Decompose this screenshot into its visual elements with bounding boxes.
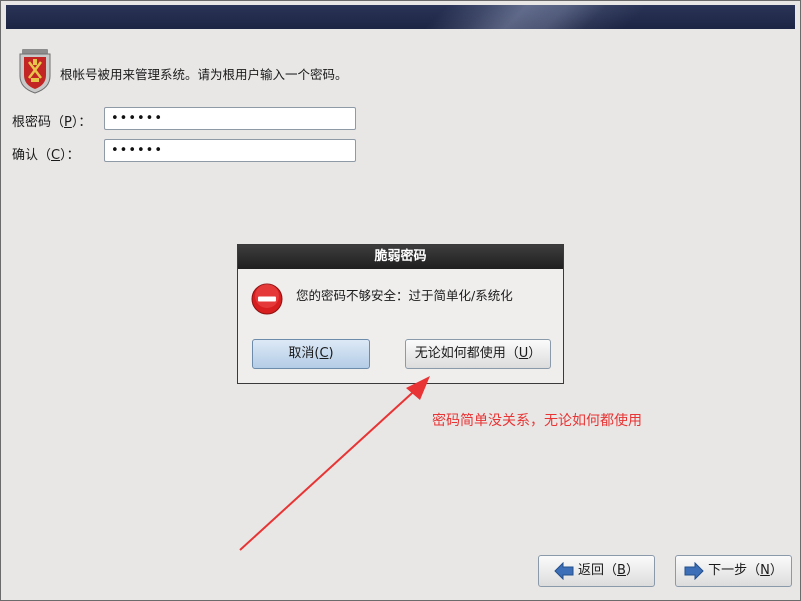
root-password-label: 根密码（P）： bbox=[12, 115, 92, 130]
root-password-input[interactable]: •••••• bbox=[104, 107, 356, 130]
weak-password-dialog: 脆弱密码 您的密码不够安全：过于简单化/系统化 取消(C) 无论如何都使用（U） bbox=[237, 244, 564, 384]
cancel-button[interactable]: 取消(C) bbox=[252, 339, 370, 369]
annotation-arrow bbox=[239, 376, 430, 551]
use-anyway-button[interactable]: 无论如何都使用（U） bbox=[405, 339, 551, 369]
confirm-password-label: 确认（C）： bbox=[12, 148, 80, 163]
arrow-left-icon bbox=[554, 561, 574, 580]
top-banner bbox=[6, 5, 795, 29]
confirm-password-input[interactable]: •••••• bbox=[104, 139, 356, 162]
intro-text: 根帐号被用来管理系统。请为根用户输入一个密码。 bbox=[60, 67, 348, 82]
error-stop-icon bbox=[251, 283, 283, 315]
annotation-text: 密码简单没关系，无论如何都使用 bbox=[432, 413, 642, 429]
arrow-right-icon bbox=[684, 561, 704, 580]
banner-streak bbox=[464, 5, 648, 29]
dialog-message: 您的密码不够安全：过于简单化/系统化 bbox=[296, 288, 513, 303]
next-button[interactable]: 下一步（N） bbox=[675, 555, 792, 587]
root-shield-icon bbox=[19, 49, 51, 94]
dialog-title: 脆弱密码 bbox=[238, 245, 563, 269]
back-button[interactable]: 返回（B） bbox=[538, 555, 655, 587]
